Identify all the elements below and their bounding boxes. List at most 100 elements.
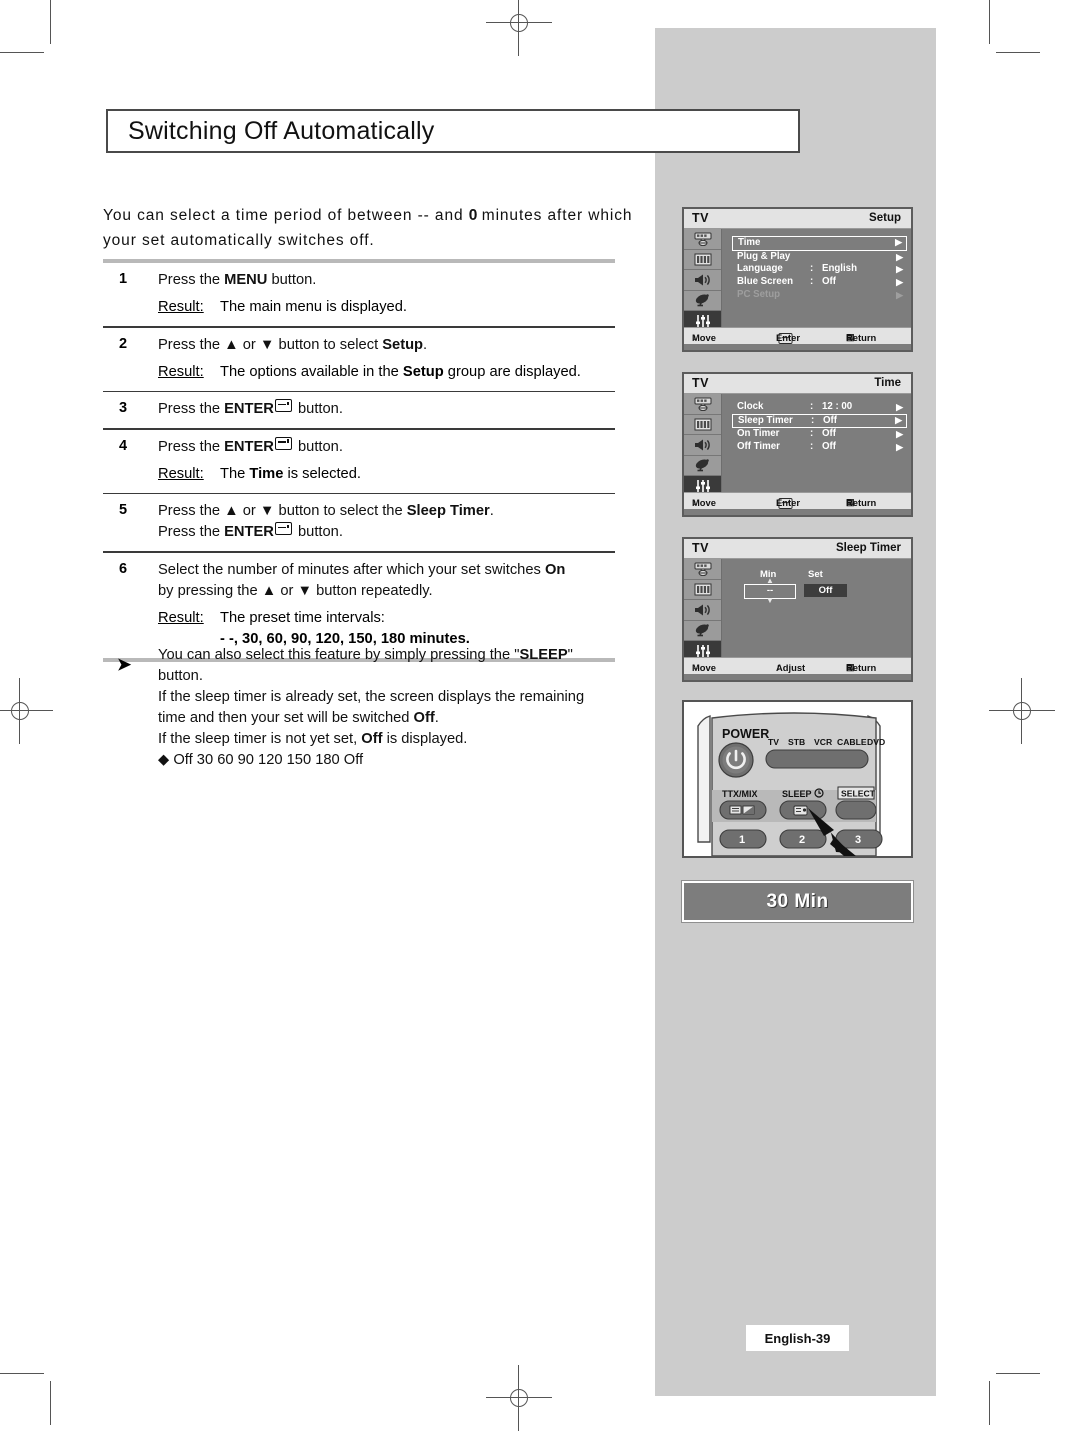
step-2-text-mid: or [238,336,260,353]
osd-row-pc-setup: PC Setup ▶ [732,289,907,302]
osd-row-language[interactable]: Language : English ▶ [732,263,907,276]
step-3-number: 3 [119,400,128,416]
step-3-keyword: ENTER [224,401,274,417]
note-line1-post: " [567,647,573,663]
step-6-line2-post: button repeatedly. [312,582,433,599]
step-2-text-pre: Press the [158,336,225,353]
remote-control-svg: POWER TV STB VCR CABLE DVD TTX/MIX SLEEP [697,712,885,857]
step-6-text-line-2: by pressing the ▲ or ▼ button repeatedly… [158,581,615,602]
note-line4-post: . [434,710,439,726]
osd-tv-label: TV [692,541,709,555]
chevron-right-icon: ▶ [896,251,903,262]
step-2-number: 2 [119,335,128,352]
step-4-text: Press the ENTER button. [158,436,615,458]
intro-line-2: your set automatically switches off. [103,232,375,249]
enter-key-icon [274,522,292,535]
picture-icon[interactable] [684,229,721,250]
crop-mark-tl-v [50,0,51,44]
osd-row-time[interactable]: Time ▶ [732,236,907,251]
osd-time-rows: Clock : 12 : 00 ▶ Sleep Timer : Off ▶ On… [732,401,907,454]
osd-row-sleep-timer-value: Off [823,414,837,426]
osd-icon-rail [684,559,722,661]
remote-ttx-label: TTX/MIX [722,789,758,799]
satellite-dish-icon[interactable] [684,621,721,641]
bars-icon[interactable] [684,250,721,270]
step-1-result-text: The main menu is displayed. [220,299,407,315]
step-5-line1-mid: or [238,503,260,519]
step-4-result-keyword: Time [249,465,284,482]
osd-row-blue-screen-colon: : [810,276,814,288]
note-line1-pre: You can also select this feature by simp… [158,647,520,663]
chevron-right-icon: ▶ [896,289,903,300]
osd-tv-label: TV [692,211,709,225]
crop-mark-bl-h [0,1373,44,1374]
osd-foot-move-label: Move [692,332,716,343]
osd-row-plug-play-label: Plug & Play [737,250,791,262]
step-6-line2-pre: by pressing the [158,582,262,599]
osd-row-sleep-timer[interactable]: Sleep Timer : Off ▶ [732,413,907,429]
remote-mode-stb: STB [788,737,805,747]
note-line-3: If the sleep timer is already set, the s… [158,689,585,705]
chevron-right-icon: ▶ [895,414,902,425]
note-line5-pre: If the sleep timer is not yet set, [158,731,362,747]
osd-row-plug-play[interactable]: Plug & Play ▶ [732,251,907,264]
step-5-number: 5 [119,502,128,518]
osd-row-blue-screen[interactable]: Blue Screen : Off ▶ [732,276,907,289]
osd-row-off-timer[interactable]: Off Timer : Off ▶ [732,441,907,454]
step-4: 4 Press the ENTER button. Result: The Tim… [103,430,615,493]
speaker-icon[interactable] [684,270,721,291]
registration-mark-left [0,678,53,744]
registration-mark-right [989,678,1055,744]
step-4-result: Result: The Time is selected. [158,464,615,485]
osd-sleep-footer: ↔ Move ↕ Adjust ▤ Return [684,657,911,674]
osd-row-clock[interactable]: Clock : 12 : 00 ▶ [732,401,907,414]
osd-foot-move-label: Move [692,497,716,508]
page-title: Switching Off Automatically [128,117,435,145]
note-keyword-off-2: Off [361,731,383,747]
osd-row-language-value: English [822,263,857,275]
osd-sleep-timer-menu: TV Sleep Timer Min Set ▲ -- ▼ Off ↔ Move… [682,537,913,682]
osd-setup-menu: TV Setup Time ▶ Plug & Play ▶ Language:… [682,207,913,352]
chevron-right-icon: ▶ [896,277,903,288]
enter-key-icon [274,436,292,450]
enter-key-icon [274,399,292,412]
step-2-result-label: Result: [158,363,204,380]
bars-icon[interactable] [684,580,721,600]
osd-setup-footer: ↕ Move Enter ▤ Return [684,327,911,344]
osd-row-off-timer-value: Off [822,441,836,453]
registration-mark-top [486,0,552,56]
chevron-right-icon: ▶ [895,237,902,247]
instruction-steps: 1 Press the MENU button. Result: The main… [103,259,615,662]
osd-row-on-timer-value: Off [822,428,836,440]
step-5-line2-pre: Press the [158,524,225,540]
chevron-right-icon: ▶ [896,264,903,275]
step-6-text-line-1: Select the number of minutes after which… [158,560,615,581]
picture-icon[interactable] [684,394,721,415]
step-1-number: 1 [119,271,128,287]
step-1-text-pre: Press the [158,272,225,288]
picture-icon[interactable] [684,559,721,580]
crop-mark-tr-h [996,52,1040,53]
up-arrow-icon: ▲ [224,336,239,353]
up-arrow-icon: ▲ [261,582,277,599]
satellite-dish-icon[interactable] [684,456,721,476]
speaker-icon[interactable] [684,600,721,621]
osd-row-clock-colon: : [810,401,814,412]
step-5-keyword-2: ENTER [224,524,274,540]
osd-row-clock-value: 12 : 00 [822,401,853,412]
osd-row-sleep-timer-colon: : [811,414,815,426]
crop-mark-tr-v [989,0,990,44]
speaker-icon[interactable] [684,435,721,456]
step-6-line1-pre: Select the number of minutes after which… [158,561,545,578]
osd-row-off-timer-colon: : [810,441,814,453]
satellite-dish-icon[interactable] [684,291,721,311]
step-2-text-post: . [423,336,428,353]
osd-row-on-timer[interactable]: On Timer : Off ▶ [732,428,907,441]
bars-icon[interactable] [684,415,721,435]
step-5-line1-post: . [489,503,494,519]
remote-mode-dvd: DVD [867,737,885,747]
note-line-4: time and then your set will be switched … [158,708,615,729]
step-2-text-mid2: button to select [274,336,383,353]
stepper-down-icon[interactable]: ▼ [766,597,774,605]
sleep-set-value[interactable]: Off [804,584,847,597]
